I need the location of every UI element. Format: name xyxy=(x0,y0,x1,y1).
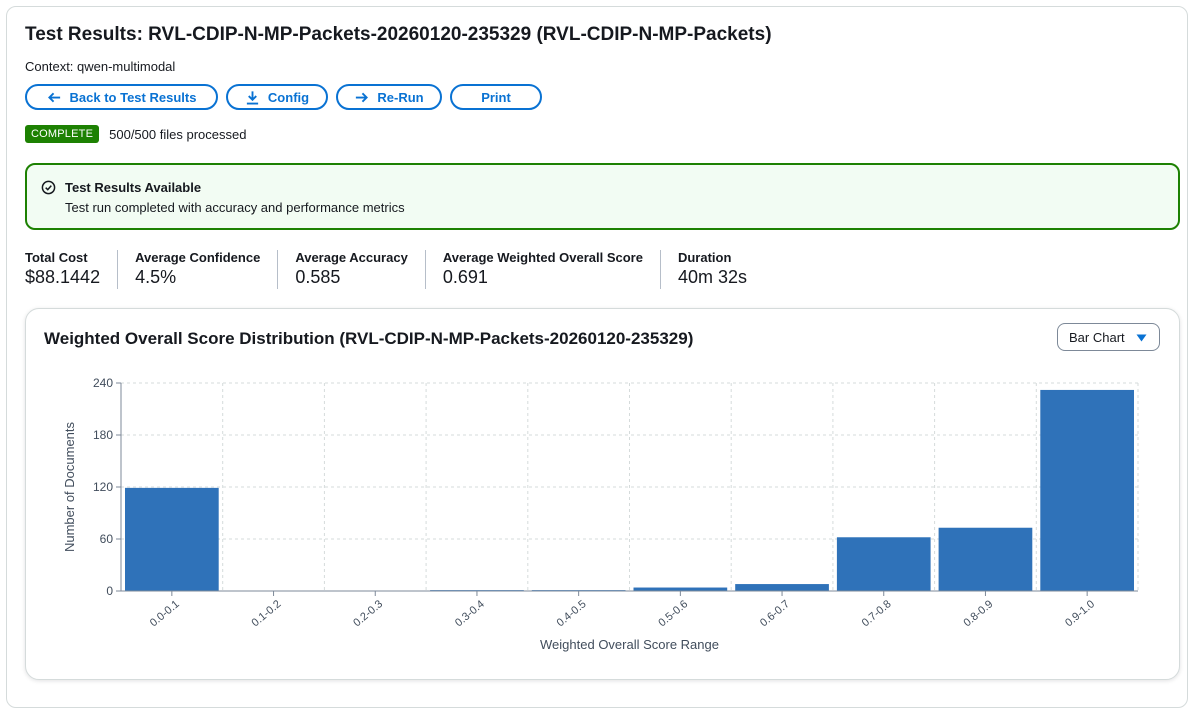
bar xyxy=(735,584,829,591)
files-processed-text: 500/500 files processed xyxy=(109,126,247,142)
x-axis-label: Weighted Overall Score Range xyxy=(540,637,719,652)
y-tick-label: 60 xyxy=(100,532,114,546)
x-tick-label: 0.0-0.1 xyxy=(148,598,182,629)
arrow-left-icon xyxy=(47,92,60,102)
bar xyxy=(633,587,728,591)
metric-average-confidence: Average Confidence 4.5% xyxy=(117,250,277,289)
metric-total-cost: Total Cost $88.1442 xyxy=(25,250,117,289)
x-tick-label: 0.3-0.4 xyxy=(453,598,487,629)
back-to-results-button[interactable]: Back to Test Results xyxy=(25,84,218,110)
metric-label: Average Weighted Overall Score xyxy=(442,250,643,265)
y-axis-label: Number of Documents xyxy=(62,421,77,552)
x-tick-label: 0.7-0.8 xyxy=(860,598,894,629)
back-button-label: Back to Test Results xyxy=(69,89,197,105)
x-tick-label: 0.5-0.6 xyxy=(656,598,690,629)
bar xyxy=(938,527,1033,591)
status-row: COMPLETE 500/500 files processed xyxy=(25,125,246,143)
metric-average-weighted-score: Average Weighted Overall Score 0.691 xyxy=(424,250,660,289)
bar xyxy=(1040,389,1134,591)
status-badge: COMPLETE xyxy=(25,125,100,143)
bar-chart: 0 60 120 180 240 0.0-0.1 0.1-0.2 0.2-0.3 0.3-0.4… xyxy=(62,376,1139,652)
page-title: Test Results: RVL-CDIP-N-MP-Packets-2026… xyxy=(25,24,772,45)
y-tick-label: 180 xyxy=(93,428,113,442)
x-tick-label: 0.2-0.3 xyxy=(351,598,385,629)
metric-value: 0.691 xyxy=(442,267,488,287)
rerun-button[interactable]: Re-Run xyxy=(336,84,442,110)
metric-label: Average Accuracy xyxy=(295,250,408,265)
y-tick-label: 120 xyxy=(93,480,113,494)
metric-value: 4.5% xyxy=(135,267,177,287)
metric-value: 40m 32s xyxy=(677,267,747,287)
rerun-button-label: Re-Run xyxy=(377,89,424,105)
bar xyxy=(836,537,931,591)
y-tick-label: 240 xyxy=(93,376,113,390)
x-tick-label: 0.1-0.2 xyxy=(250,598,284,629)
metrics-row: Total Cost $88.1442 Average Confidence 4… xyxy=(25,250,764,289)
x-tick-label: 0.6-0.7 xyxy=(758,598,792,629)
x-tick-label: 0.9-1.0 xyxy=(1063,598,1097,629)
metric-value: 0.585 xyxy=(295,267,341,287)
print-button-label: Print xyxy=(481,89,511,105)
success-alert: Test Results Available Test run complete… xyxy=(25,163,1180,230)
alert-text: Test run completed with accuracy and per… xyxy=(65,200,405,215)
config-button-label: Config xyxy=(267,89,310,105)
check-circle-icon xyxy=(41,180,56,195)
chart-panel: Weighted Overall Score Distribution (RVL… xyxy=(25,308,1180,680)
metric-value: $88.1442 xyxy=(25,267,101,287)
print-button[interactable]: Print xyxy=(450,84,542,110)
x-tick-label: 0.4-0.5 xyxy=(555,598,589,629)
arrow-right-icon xyxy=(356,92,369,102)
action-buttons: Back to Test Results Config Re-Run Print xyxy=(25,84,542,110)
bar xyxy=(125,487,219,591)
context-label: Context: qwen-multimodal xyxy=(25,59,176,74)
metric-label: Total Cost xyxy=(25,250,88,265)
metric-average-accuracy: Average Accuracy 0.585 xyxy=(277,250,425,289)
alert-title: Test Results Available xyxy=(65,180,202,195)
metric-duration: Duration 40m 32s xyxy=(659,250,764,289)
metric-label: Average Confidence xyxy=(135,250,261,265)
metric-label: Duration xyxy=(677,250,732,265)
x-tick-label: 0.8-0.9 xyxy=(961,598,995,629)
y-tick-label: 0 xyxy=(106,584,113,598)
config-button[interactable]: Config xyxy=(226,84,328,110)
download-icon xyxy=(246,90,259,105)
